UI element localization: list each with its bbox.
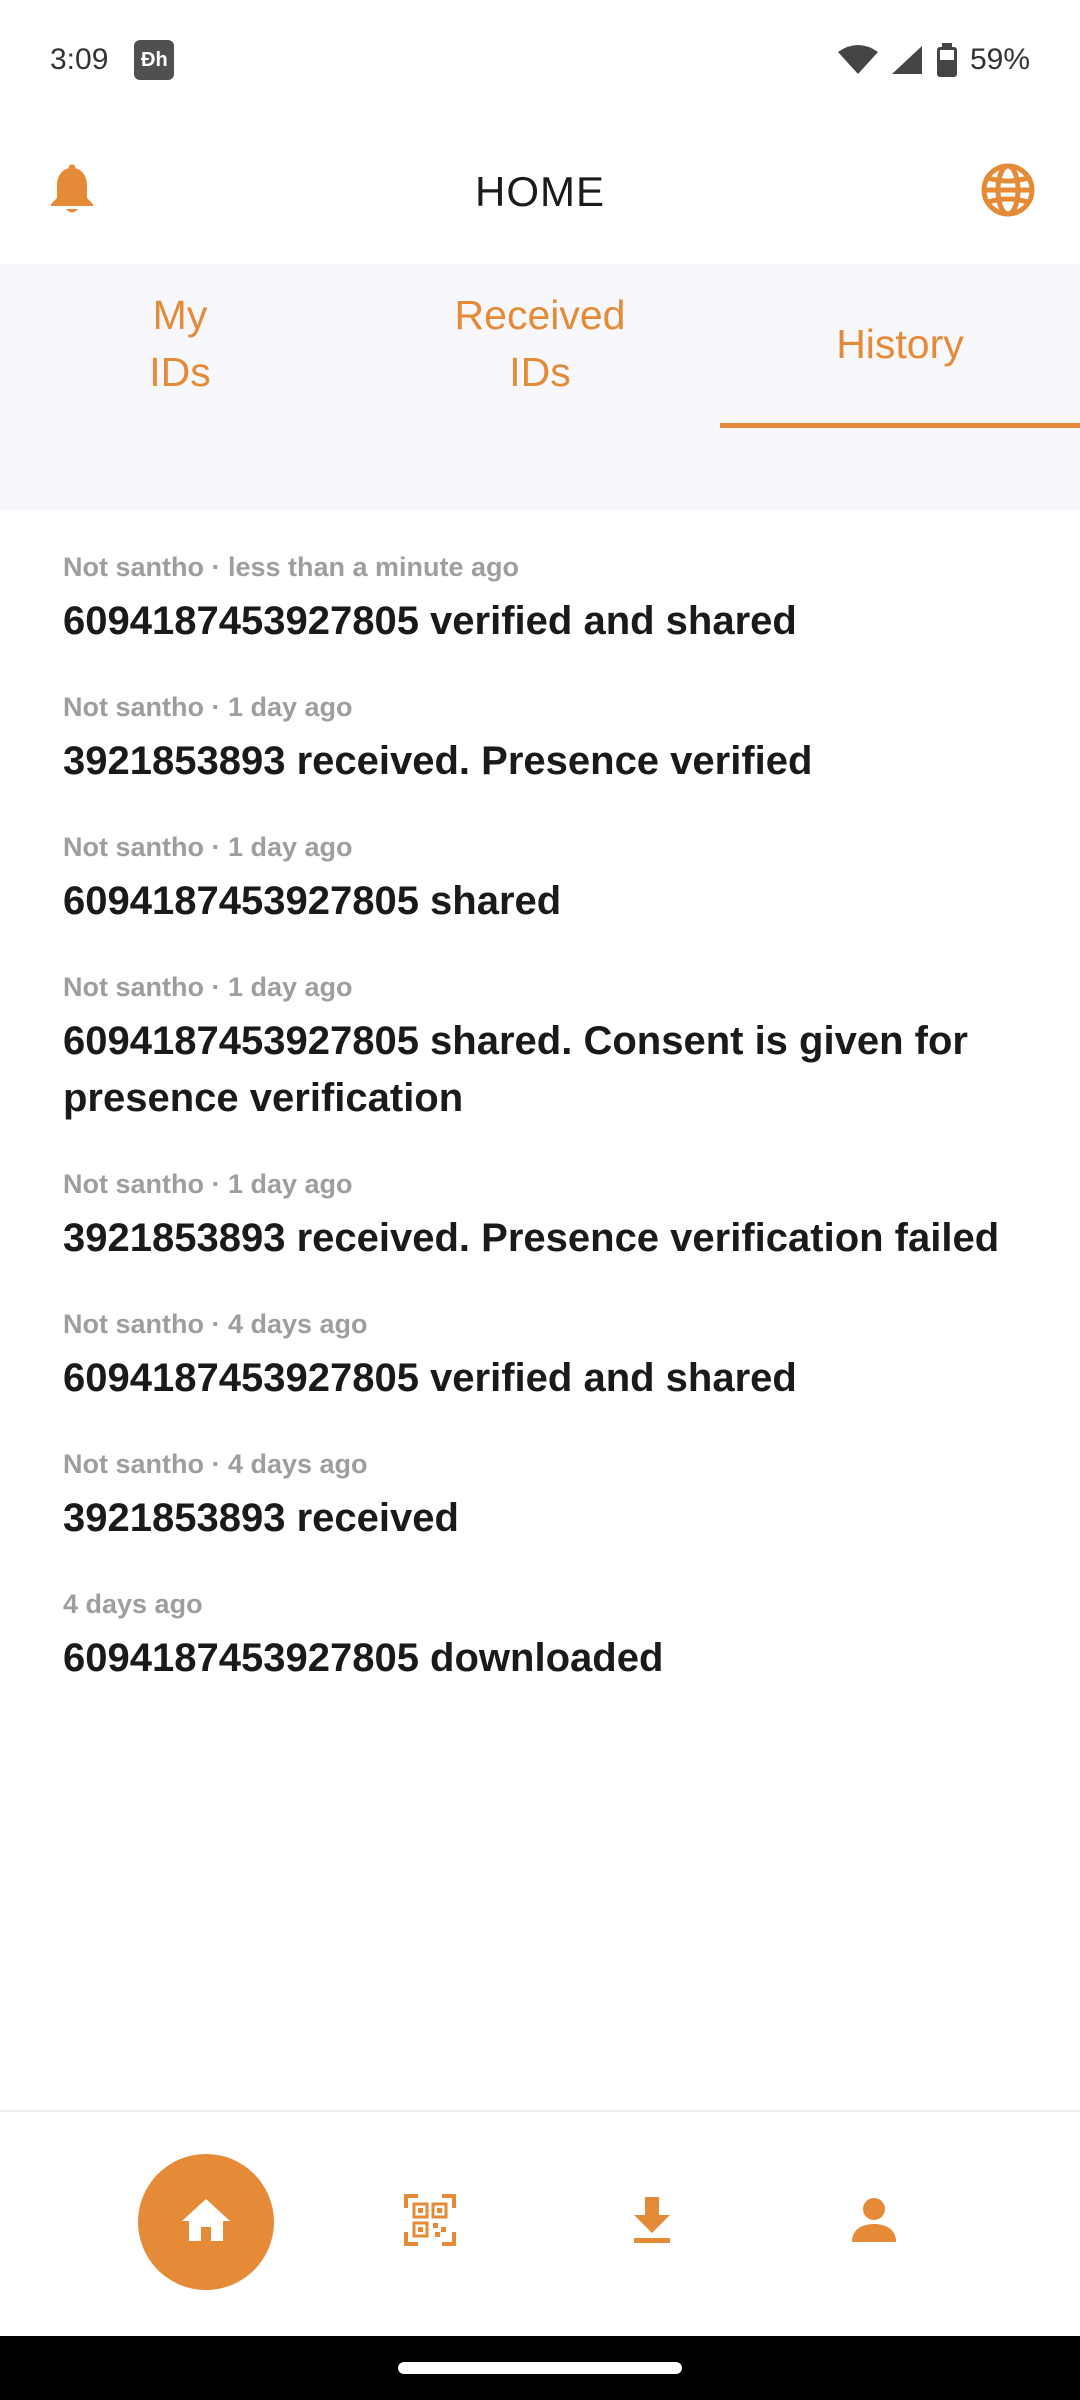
status-time: 3:09: [50, 43, 109, 76]
history-item[interactable]: Not santho · less than a minute ago 6094…: [0, 510, 1080, 650]
nav-profile-button[interactable]: [806, 2154, 942, 2290]
nav-download-button[interactable]: [584, 2154, 720, 2290]
history-item-text: 6094187453927805 downloaded: [63, 1636, 664, 1680]
tab-bar: My IDs Received IDs History: [0, 264, 1080, 510]
battery-icon: [936, 43, 958, 77]
bell-icon: [48, 164, 96, 221]
history-item-meta: 4 days ago: [63, 1589, 203, 1619]
history-item[interactable]: Not santho · 1 day ago 3921853893 receiv…: [0, 1127, 1080, 1267]
history-item-text: 3921853893 received. Presence verificati…: [63, 1216, 1000, 1260]
history-item-meta: Not santho · 1 day ago: [63, 972, 353, 1002]
page-title: HOME: [475, 168, 605, 215]
nav-scan-button[interactable]: [362, 2154, 498, 2290]
tab-label: History: [836, 320, 964, 367]
history-item[interactable]: Not santho · 4 days ago 3921853893 recei…: [0, 1407, 1080, 1547]
signal-icon: [890, 44, 924, 76]
history-item[interactable]: Not santho · 1 day ago 3921853893 receiv…: [0, 650, 1080, 790]
bottom-navigation: [0, 2110, 1080, 2336]
history-item-text: 6094187453927805 verified and shared: [63, 1356, 797, 1400]
home-icon: [180, 2197, 232, 2248]
history-item-text: 6094187453927805 shared: [63, 879, 562, 923]
app-header: HOME: [0, 120, 1080, 264]
status-bar: 3:09 Ðh 59%: [0, 0, 1080, 120]
history-item-meta: Not santho · 4 days ago: [63, 1449, 368, 1479]
globe-icon: [980, 162, 1036, 223]
system-navigation-bar: [0, 2336, 1080, 2400]
tab-my-ids[interactable]: My IDs: [0, 264, 360, 424]
history-item-meta: Not santho · 1 day ago: [63, 1169, 353, 1199]
nav-home-button[interactable]: [138, 2154, 274, 2290]
active-tab-indicator: [720, 423, 1080, 428]
tab-label: My IDs: [149, 292, 211, 395]
history-item-meta: Not santho · 1 day ago: [63, 832, 353, 862]
qr-scan-icon: [402, 2192, 458, 2253]
history-item[interactable]: Not santho · 4 days ago 6094187453927805…: [0, 1267, 1080, 1407]
history-item-text: 3921853893 received: [63, 1496, 459, 1540]
tab-label: Received IDs: [454, 292, 626, 395]
history-item[interactable]: 4 days ago 6094187453927805 downloaded: [0, 1547, 1080, 1687]
wifi-icon: [837, 44, 878, 76]
home-gesture-handle[interactable]: [398, 2362, 682, 2374]
battery-level: 59%: [969, 43, 1030, 76]
history-item-meta: Not santho · less than a minute ago: [63, 552, 520, 582]
language-button[interactable]: [976, 160, 1040, 224]
history-list[interactable]: Not santho · less than a minute ago 6094…: [0, 510, 1080, 2110]
download-icon: [630, 2195, 674, 2250]
history-item[interactable]: Not santho · 1 day ago 6094187453927805 …: [0, 930, 1080, 1127]
tab-history[interactable]: History: [720, 264, 1080, 428]
tab-received-ids[interactable]: Received IDs: [360, 264, 720, 424]
history-item-meta: Not santho · 1 day ago: [63, 692, 353, 722]
app-notification-icon: Ðh: [134, 40, 175, 80]
history-item-meta: Not santho · 4 days ago: [63, 1309, 368, 1339]
notifications-button[interactable]: [40, 160, 104, 224]
history-item-text: 6094187453927805 shared. Consent is give…: [63, 1019, 968, 1120]
history-item[interactable]: Not santho · 1 day ago 6094187453927805 …: [0, 790, 1080, 930]
profile-icon: [850, 2196, 898, 2249]
history-item-text: 6094187453927805 verified and shared: [63, 599, 797, 643]
history-item-text: 3921853893 received. Presence verified: [63, 739, 813, 783]
